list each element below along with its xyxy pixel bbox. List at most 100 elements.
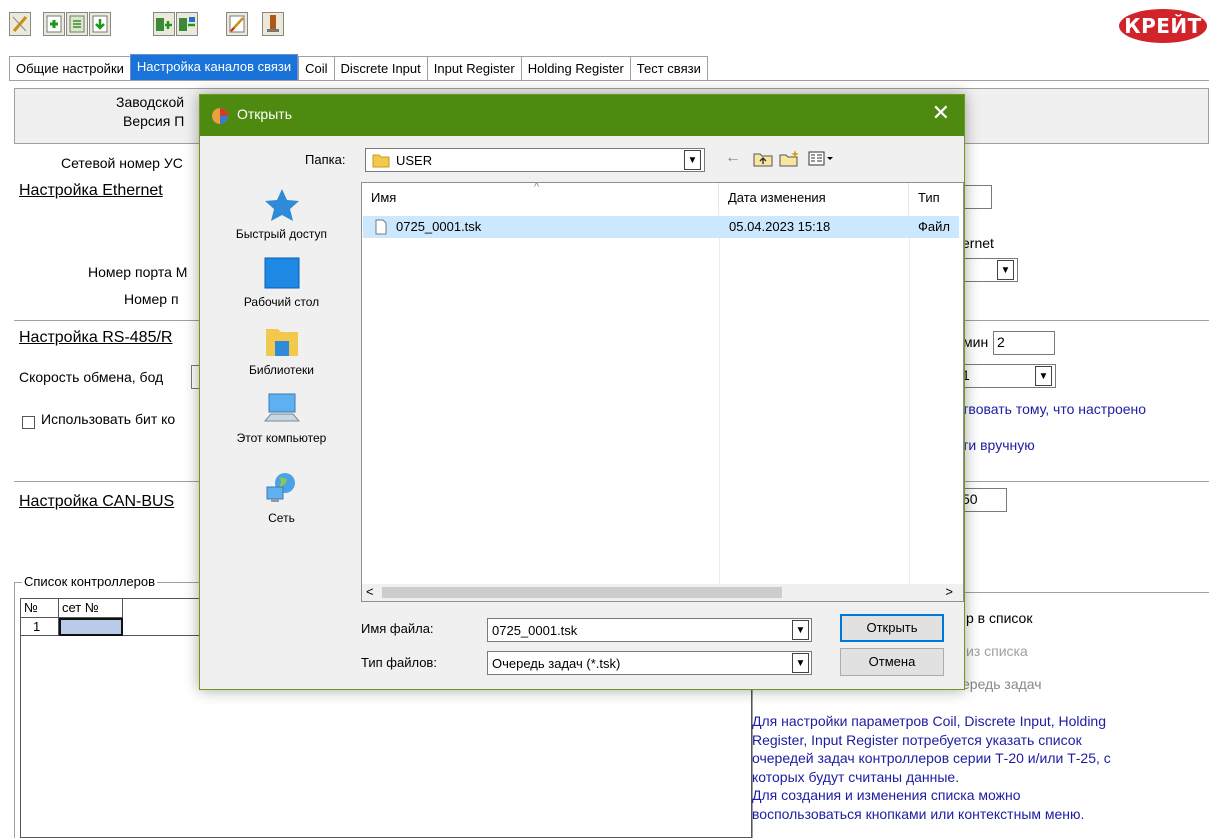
column-separator [719, 215, 720, 584]
filetype-label: Тип файлов: [361, 655, 437, 670]
column-date[interactable]: Дата изменения [719, 183, 909, 215]
place-quick-access[interactable]: Быстрый доступ [215, 187, 348, 241]
tab-divider [9, 80, 1209, 81]
chevron-down-icon[interactable]: ▼ [684, 150, 701, 170]
app-icon [212, 108, 228, 124]
tab-discrete-input[interactable]: Discrete Input [333, 56, 427, 81]
tab-bar: Общие настройки Настройка каналов связи … [9, 54, 708, 81]
add-icon[interactable] [43, 12, 65, 36]
manual-settings-link[interactable]: ти вручную [962, 437, 1035, 453]
number-label: Номер п [124, 291, 179, 307]
info-line: которых будут считаны данные. [752, 768, 960, 785]
grid-cell-net-number[interactable] [59, 618, 123, 636]
ethernet-right-label: ernet [962, 235, 994, 251]
controllers-list-title: Список контроллеров [22, 574, 158, 589]
column-separator [909, 215, 910, 584]
chevron-down-icon[interactable]: ▼ [792, 653, 809, 673]
filename-label: Имя файла: [361, 621, 434, 636]
match-settings-text: твовать тому, что настроено [962, 401, 1147, 417]
port-label: Номер порта М [88, 264, 188, 280]
up-folder-icon[interactable] [753, 151, 773, 167]
chevron-down-icon[interactable]: ▼ [997, 260, 1014, 280]
place-label: Этот компьютер [236, 431, 327, 445]
place-network[interactable]: Сеть [215, 471, 348, 525]
horizontal-scrollbar[interactable]: < > [362, 584, 963, 601]
scroll-right-icon[interactable]: > [945, 584, 953, 599]
grid-header-net-no: сет № [59, 599, 123, 618]
flash-icon[interactable] [262, 12, 284, 36]
tab-connection-test[interactable]: Тест связи [629, 56, 708, 81]
place-label: Сеть [268, 511, 295, 525]
folder-icon [372, 154, 390, 168]
can-header: Настройка CAN-BUS [19, 493, 175, 510]
write-icon[interactable] [226, 12, 248, 36]
file-date: 05.04.2023 15:18 [729, 219, 831, 234]
min-label: мин [963, 334, 989, 350]
scroll-left-icon[interactable]: < [366, 584, 374, 599]
queue-text[interactable]: ередь задач [962, 676, 1042, 692]
chevron-down-icon[interactable]: ▼ [1035, 366, 1052, 386]
desktop-icon [264, 257, 299, 289]
remove-from-list-text[interactable]: из списка [966, 643, 1028, 659]
dialog-title-bar[interactable]: Открыть ✕ [200, 95, 964, 136]
export-in-icon[interactable] [153, 12, 175, 36]
sort-up-icon: ^ [534, 181, 540, 193]
can-speed-input[interactable]: 50 [958, 488, 1007, 512]
file-name: 0725_0001.tsk [396, 219, 482, 234]
folder-label: Папка: [305, 152, 346, 167]
import-icon[interactable] [89, 12, 111, 36]
file-list[interactable]: Имя ^ Дата изменения Тип 0725_0001.tsk 0… [361, 181, 965, 602]
open-file-dialog: Открыть ✕ Папка: USER ▼ ← Быстрый доступ… [199, 94, 965, 690]
back-arrow-icon[interactable]: ← [725, 149, 741, 167]
column-name[interactable]: Имя [362, 183, 719, 215]
export-out-icon[interactable] [176, 12, 198, 36]
tab-general-settings[interactable]: Общие настройки [9, 56, 130, 81]
use-bit-checkbox[interactable] [22, 416, 35, 429]
open-button[interactable]: Открыть [840, 614, 944, 642]
place-label: Рабочий стол [243, 295, 320, 309]
network-number-label: Сетевой номер УС [61, 155, 183, 171]
scroll-thumb[interactable] [382, 587, 782, 598]
tab-coil[interactable]: Coil [298, 56, 334, 81]
kreyt-logo: КРЕЙТ [1119, 9, 1207, 43]
tab-input-register[interactable]: Input Register [426, 56, 521, 81]
version-label: Версия П [123, 113, 185, 129]
close-icon[interactable]: ✕ [932, 101, 950, 126]
grid-cell-row-number[interactable]: 1 [21, 618, 59, 636]
file-type: Файл [918, 219, 950, 234]
file-row[interactable]: 0725_0001.tsk 05.04.2023 15:18 Файл [363, 216, 959, 238]
cancel-button[interactable]: Отмена [840, 648, 944, 676]
filename-input[interactable]: 0725_0001.tsk [487, 618, 812, 642]
computer-icon [263, 393, 300, 422]
star-icon [264, 189, 299, 221]
libraries-icon [265, 329, 298, 356]
chevron-down-icon[interactable]: ▼ [792, 620, 809, 640]
column-type[interactable]: Тип [909, 183, 965, 215]
place-this-pc[interactable]: Этот компьютер [215, 391, 348, 445]
grid-header-no: № [21, 599, 59, 618]
network-icon [266, 473, 295, 502]
info-line: Register, Input Register потребуется ука… [752, 731, 1082, 748]
speed-label: Скорость обмена, бод [19, 369, 164, 385]
info-line: Для настройки параметров Coil, Discrete … [752, 713, 1106, 729]
view-menu-icon[interactable] [808, 151, 834, 167]
new-folder-icon[interactable] [779, 149, 801, 167]
pencil-icon[interactable] [9, 12, 31, 36]
place-desktop[interactable]: Рабочий стол [215, 255, 348, 309]
info-text: Для настройки параметров Coil, Discrete … [752, 712, 1209, 823]
ethernet-header: Настройка Ethernet [19, 182, 163, 199]
place-label: Быстрый доступ [235, 227, 328, 241]
info-line: воспользоваться кнопками или контекстным… [752, 805, 1085, 822]
add-to-list-text[interactable]: р в список [966, 610, 1032, 626]
place-libraries[interactable]: Библиотеки [215, 323, 348, 377]
edit-doc-icon[interactable] [66, 12, 88, 36]
folder-select[interactable]: USER [365, 148, 705, 172]
filetype-select[interactable]: Очередь задач (*.tsk) [487, 651, 812, 675]
use-bit-label: Использовать бит ко [41, 411, 176, 427]
tab-holding-register[interactable]: Holding Register [520, 56, 630, 81]
min-input[interactable]: 2 [993, 331, 1055, 355]
tab-channel-settings[interactable]: Настройка каналов связи [129, 54, 299, 81]
info-line: Для создания и изменения списка можно [752, 787, 1021, 803]
folder-value: USER [396, 153, 433, 168]
rs485-header: Настройка RS-485/R [19, 329, 173, 346]
